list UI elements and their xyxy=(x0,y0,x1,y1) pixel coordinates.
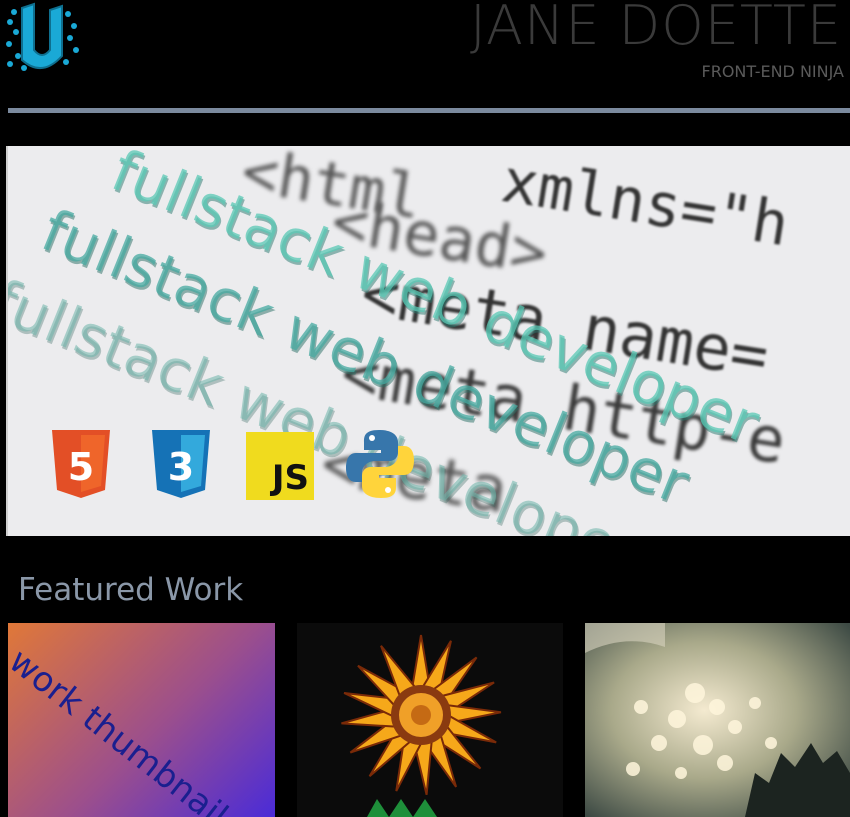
javascript-icon: JS xyxy=(246,432,314,500)
site-owner-name: JANE DOETTE xyxy=(470,0,842,57)
html5-icon: 5 xyxy=(52,430,110,498)
javascript-icon-label: JS xyxy=(271,458,309,498)
hero-banner: <html xmlns="h <head> <meta name= <meta … xyxy=(6,146,850,536)
css3-icon: 3 xyxy=(152,430,210,498)
html5-icon-label: 5 xyxy=(68,445,94,489)
work-thumbnail-sunflower[interactable] xyxy=(297,623,563,817)
python-icon xyxy=(346,430,414,498)
work-thumbnail-bokeh[interactable] xyxy=(585,623,850,817)
header-divider xyxy=(8,108,850,113)
css3-icon-label: 3 xyxy=(168,445,194,489)
work-thumbnail-placeholder[interactable]: work thumbnail xyxy=(8,623,275,817)
featured-work-heading: Featured Work xyxy=(18,572,244,608)
site-owner-subtitle: FRONT-END NINJA xyxy=(701,62,844,81)
udacity-logo-icon[interactable] xyxy=(4,2,80,76)
work-thumbnail-label: work thumbnail xyxy=(8,641,236,817)
